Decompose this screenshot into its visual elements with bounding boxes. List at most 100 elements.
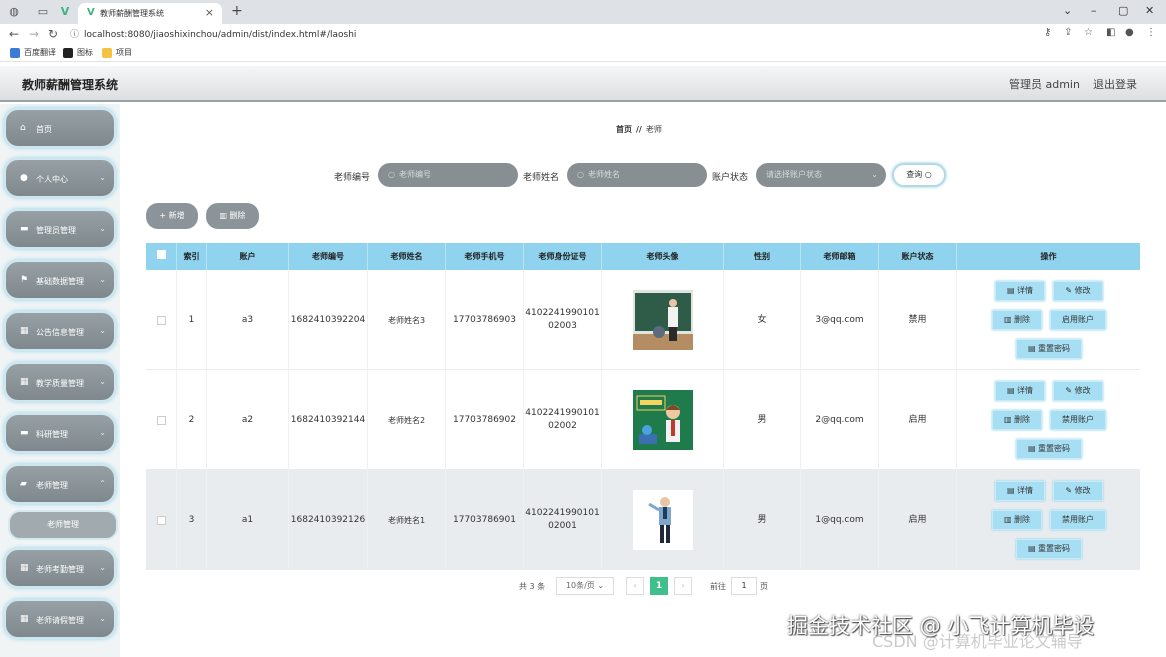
sidebar-item-teacher[interactable]: ▰ 老师管理 ⌃	[4, 464, 116, 504]
back-icon[interactable]: ←	[9, 27, 19, 41]
th-avatar: 老师头像	[602, 243, 724, 270]
th-name: 老师姓名	[368, 243, 446, 270]
teacher-avatar-image[interactable]	[632, 390, 693, 450]
breadcrumb-current: 老师	[645, 125, 662, 134]
teacher-avatar-image[interactable]	[632, 490, 693, 550]
chrome-menu-icon[interactable]: ◍	[7, 5, 21, 19]
edit-button[interactable]: ✎ 修改	[1053, 481, 1103, 501]
key-icon[interactable]: ⚷	[1044, 27, 1051, 38]
bookmark-project[interactable]: 项目	[102, 47, 132, 58]
detail-label: 详情	[1017, 486, 1034, 495]
table-header: 索引 账户 老师编号 老师姓名 老师手机号 老师身份证号 老师头像 性别 老师邮…	[146, 243, 1140, 270]
edit-label: 修改	[1074, 286, 1091, 295]
detail-button[interactable]: ▤ 详情	[995, 281, 1045, 301]
close-tab-icon[interactable]: ×	[205, 6, 214, 19]
teacher-name-input[interactable]: ○ 老师姓名	[567, 163, 707, 187]
reset-password-button[interactable]: ▤ 重置密码	[1016, 439, 1082, 459]
chevron-up-icon: ⌃	[99, 479, 106, 488]
image-icon	[63, 47, 73, 58]
query-label: 查询	[906, 170, 923, 179]
next-page-button[interactable]: ›	[674, 577, 692, 595]
goto-page-input[interactable]: 1	[731, 577, 757, 595]
cell-id-card: 4102241990101 02003	[524, 270, 602, 370]
maximize-icon[interactable]: ▢	[1118, 4, 1128, 17]
teacher-name-placeholder: 老师姓名	[587, 170, 620, 179]
bookmark-icons[interactable]: 图标	[63, 47, 93, 58]
new-tab-icon[interactable]: +	[231, 3, 243, 19]
id-card-line-2: 02002	[548, 421, 577, 431]
submenu-teacher-manage[interactable]: 老师管理	[8, 510, 118, 540]
page-size-select[interactable]: 10条/页 ⌄	[556, 577, 614, 595]
detail-button[interactable]: ▤ 详情	[995, 481, 1045, 501]
tab-search-icon[interactable]: ⌄	[1063, 4, 1072, 17]
close-window-icon[interactable]: ✕	[1145, 4, 1154, 17]
active-tab[interactable]: V 教师薪酬管理系统 ×	[78, 3, 222, 24]
chat-icon: ▬	[20, 428, 29, 438]
cell-teacher-no: 1682410392204	[289, 270, 368, 370]
row-checkbox[interactable]	[156, 315, 166, 325]
chat-icon: ▬	[20, 224, 29, 234]
reset-password-button[interactable]: ▤ 重置密码	[1016, 539, 1082, 559]
url-field[interactable]: ⓘ localhost:8080/jiaoshixinchou/admin/dis…	[70, 27, 356, 40]
sidebar-item-label: 基础数据管理	[36, 277, 84, 286]
cell-gender: 女	[724, 270, 801, 370]
disable-account-button[interactable]: 禁用账户	[1050, 410, 1106, 430]
teacher-no-input[interactable]: ○ 老师编号	[378, 163, 518, 187]
add-button[interactable]: + 新增	[146, 203, 198, 229]
status-select[interactable]: 请选择账户状态 ⌄	[756, 163, 886, 187]
delete-button[interactable]: ▥ 删除	[206, 203, 259, 229]
sidebar-item-teaching-quality[interactable]: ▦ 教学质量管理 ⌄	[4, 362, 116, 402]
share-icon[interactable]: ⇪	[1064, 27, 1072, 38]
teacher-no-placeholder: 老师编号	[398, 170, 431, 179]
current-page-button[interactable]: 1	[650, 577, 668, 595]
disable-account-button[interactable]: 禁用账户	[1050, 510, 1106, 530]
row-delete-button[interactable]: ▥ 删除	[992, 310, 1042, 330]
detail-button[interactable]: ▤ 详情	[995, 381, 1045, 401]
teacher-no-label: 老师编号	[334, 173, 371, 183]
cell-avatar	[602, 470, 724, 570]
prev-page-button[interactable]: ‹	[626, 577, 644, 595]
more-icon[interactable]: ⋮	[1146, 27, 1156, 38]
sidepanel-icon[interactable]: ◧	[1106, 27, 1115, 38]
sidebar-item-profile[interactable]: ● 个人中心 ⌄	[4, 158, 116, 198]
page-unit-label: 页	[760, 582, 768, 591]
edit-button[interactable]: ✎ 修改	[1053, 381, 1103, 401]
cell-id-card: 4102241990101 02002	[524, 370, 602, 470]
sidebar-item-leave[interactable]: ▦ 老师请假管理 ⌄	[4, 599, 116, 639]
vue-tab-icon[interactable]: V	[58, 5, 72, 19]
row-checkbox[interactable]	[156, 415, 166, 425]
breadcrumb-home[interactable]: 首页	[616, 125, 632, 134]
reload-icon[interactable]: ↻	[48, 27, 58, 41]
row-delete-button[interactable]: ▥ 删除	[992, 510, 1042, 530]
sidebar-item-research[interactable]: ▬ 科研管理 ⌄	[4, 413, 116, 453]
sidebar-item-home[interactable]: ⌂ 首页	[4, 108, 116, 148]
id-card-line-1: 4102241990101	[525, 408, 600, 418]
grid-icon: ▦	[20, 377, 29, 387]
reset-label: 重置密码	[1038, 444, 1071, 453]
row-checkbox[interactable]	[156, 515, 166, 525]
star-icon[interactable]: ☆	[1084, 27, 1093, 38]
sidebar-item-notice[interactable]: ▦ 公告信息管理 ⌄	[4, 311, 116, 351]
query-button[interactable]: 查询 ○	[892, 163, 946, 187]
profile-icon[interactable]: ●	[1125, 27, 1134, 38]
tab-placeholder-icon[interactable]: ▭	[36, 5, 50, 19]
bookmark-baidu-translate[interactable]: 百度翻译	[10, 47, 56, 58]
logout-button[interactable]: 退出登录	[1093, 76, 1137, 92]
sidebar-item-admin[interactable]: ▬ 管理员管理 ⌄	[4, 209, 116, 249]
cell-id-card: 4102241990101 02001	[524, 470, 602, 570]
teacher-avatar-image[interactable]	[632, 290, 693, 350]
reset-password-button[interactable]: ▤ 重置密码	[1016, 339, 1082, 359]
reset-label: 重置密码	[1038, 544, 1071, 553]
address-bar: ← → ↻ ⓘ localhost:8080/jiaoshixinchou/adm…	[0, 24, 1166, 44]
grid-icon: ▦	[20, 326, 29, 336]
table-row: 3 a1 1682410392126 老师姓名1 17703786901 410…	[146, 470, 1140, 570]
row-delete-button[interactable]: ▥ 删除	[992, 410, 1042, 430]
edit-button[interactable]: ✎ 修改	[1053, 281, 1103, 301]
sidebar-item-attendance[interactable]: ▦ 老师考勤管理 ⌄	[4, 548, 116, 588]
enable-account-button[interactable]: 启用账户	[1050, 310, 1106, 330]
minimize-icon[interactable]: –	[1091, 4, 1097, 17]
sidebar-item-basic-data[interactable]: ⚑ 基础数据管理 ⌄	[4, 260, 116, 300]
select-all-checkbox[interactable]	[156, 250, 166, 259]
browser-tabstrip: ◍ ▭ V V 教师薪酬管理系统 × + ⌄ – ▢ ✕	[0, 0, 1166, 24]
forward-icon[interactable]: →	[29, 27, 39, 41]
